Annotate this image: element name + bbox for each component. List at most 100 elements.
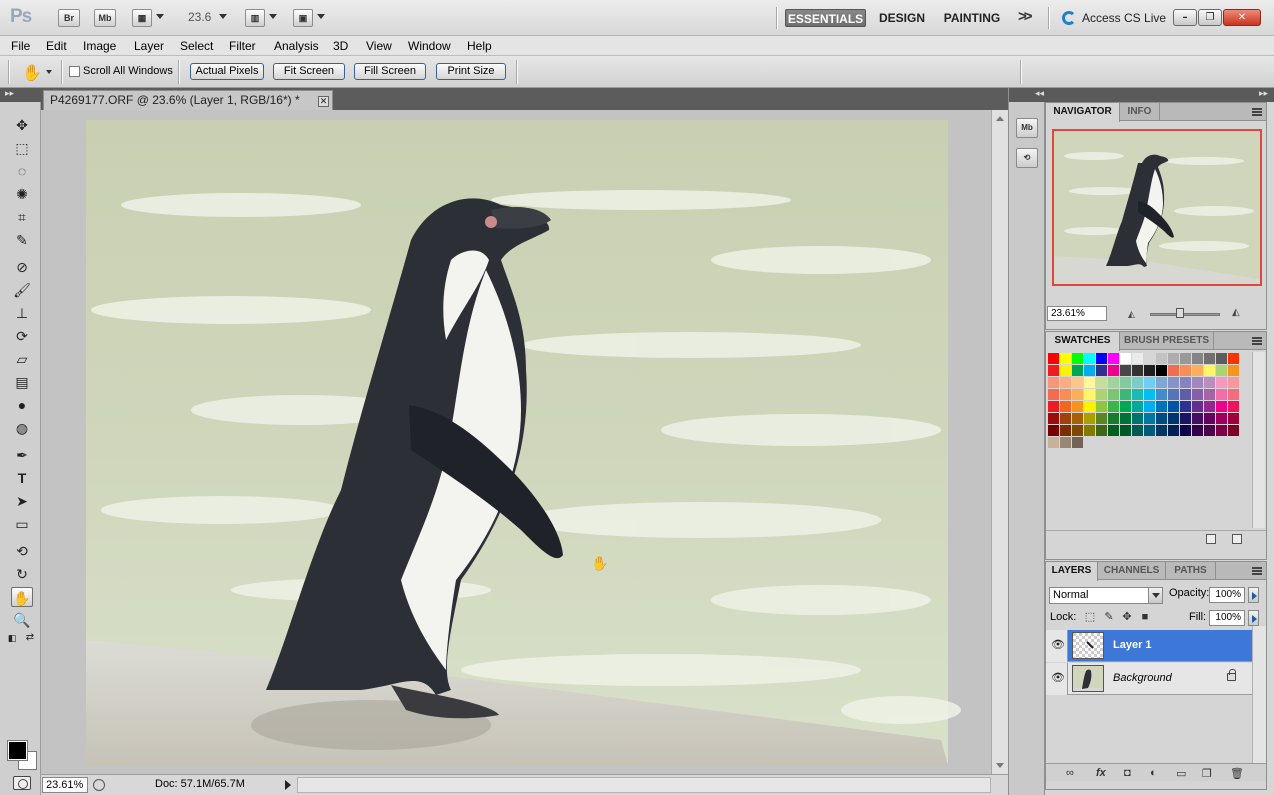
canvas-area[interactable]: ✋: [41, 110, 991, 774]
3d-orbit-tool-icon[interactable]: ↻: [11, 564, 33, 584]
layer-name[interactable]: Background: [1113, 672, 1172, 684]
swatch-cell[interactable]: [1156, 425, 1167, 436]
swatch-cell[interactable]: [1132, 389, 1143, 400]
swatch-cell[interactable]: [1168, 389, 1179, 400]
swatch-cell[interactable]: [1192, 425, 1203, 436]
swatch-cell[interactable]: [1192, 389, 1203, 400]
lock-transparency-icon[interactable]: ⬚: [1084, 611, 1096, 623]
swatch-cell[interactable]: [1192, 353, 1203, 364]
navigator-preview[interactable]: [1052, 129, 1262, 286]
layer-visibility-cell[interactable]: 👁: [1046, 663, 1068, 695]
swatch-cell[interactable]: [1072, 413, 1083, 424]
swatch-cell[interactable]: [1096, 365, 1107, 376]
swatch-cell[interactable]: [1180, 353, 1191, 364]
swatch-cell[interactable]: [1096, 353, 1107, 364]
swatch-cell[interactable]: [1072, 353, 1083, 364]
swatch-cell[interactable]: [1072, 389, 1083, 400]
swatch-cell[interactable]: [1132, 413, 1143, 424]
scroll-down-icon[interactable]: [996, 763, 1004, 768]
pen-tool-icon[interactable]: ✒: [11, 445, 33, 465]
swatch-cell[interactable]: [1156, 413, 1167, 424]
swatch-cell[interactable]: [1084, 377, 1095, 388]
new-swatch-icon[interactable]: [1206, 534, 1216, 544]
swatch-cell[interactable]: [1228, 425, 1239, 436]
adjustment-layer-icon[interactable]: ◐: [1150, 767, 1157, 779]
more-workspaces-button[interactable]: >>: [1018, 8, 1032, 25]
hand-icon[interactable]: ✋: [22, 63, 42, 83]
swatch-cell[interactable]: [1192, 413, 1203, 424]
swatch-cell[interactable]: [1048, 377, 1059, 388]
swatches-scrollbar[interactable]: [1252, 352, 1265, 528]
layer-visibility-cell[interactable]: 👁: [1046, 630, 1068, 662]
swatch-cell[interactable]: [1060, 413, 1071, 424]
swatch-cell[interactable]: [1156, 353, 1167, 364]
swatch-cell[interactable]: [1204, 389, 1215, 400]
swatch-cell[interactable]: [1168, 413, 1179, 424]
clone-stamp-tool-icon[interactable]: ⊥: [11, 303, 33, 323]
swatch-cell[interactable]: [1132, 401, 1143, 412]
swatch-cell[interactable]: [1144, 413, 1155, 424]
swatch-cell[interactable]: [1084, 413, 1095, 424]
swatch-cell[interactable]: [1216, 425, 1227, 436]
swatch-cell[interactable]: [1156, 389, 1167, 400]
swatch-cell[interactable]: [1060, 401, 1071, 412]
swatch-cell[interactable]: [1084, 365, 1095, 376]
swatch-cell[interactable]: [1180, 425, 1191, 436]
collapse-icon[interactable]: ▸▸: [5, 88, 14, 99]
swatch-cell[interactable]: [1228, 413, 1239, 424]
swatch-cell[interactable]: [1144, 401, 1155, 412]
swatch-cell[interactable]: [1156, 401, 1167, 412]
menu-view[interactable]: View: [366, 38, 392, 54]
menu-3d[interactable]: 3D: [333, 38, 348, 54]
swatch-cell[interactable]: [1120, 353, 1131, 364]
swatch-cell[interactable]: [1048, 425, 1059, 436]
view-extras-icon[interactable]: ▦: [132, 9, 152, 27]
scroll-all-windows-checkbox[interactable]: [69, 66, 80, 77]
scroll-up-icon[interactable]: [996, 116, 1004, 121]
tab-layers[interactable]: LAYERS: [1046, 562, 1098, 581]
gradient-tool-icon[interactable]: ▤: [11, 372, 33, 392]
swatch-cell[interactable]: [1084, 353, 1095, 364]
swatch-cell[interactable]: [1072, 401, 1083, 412]
swatch-cell[interactable]: [1144, 389, 1155, 400]
screen-mode-dropdown-icon[interactable]: [317, 14, 325, 19]
swatch-cell[interactable]: [1168, 377, 1179, 388]
opacity-slider-arrow-icon[interactable]: [1248, 587, 1259, 603]
swatch-cell[interactable]: [1060, 365, 1071, 376]
type-tool-icon[interactable]: T: [11, 468, 33, 488]
tool-preset-dropdown-icon[interactable]: [46, 70, 52, 74]
swatch-cell[interactable]: [1132, 377, 1143, 388]
swatch-cell[interactable]: [1060, 353, 1071, 364]
swatch-cell[interactable]: [1216, 365, 1227, 376]
link-layers-icon[interactable]: ∞: [1066, 767, 1074, 779]
blur-tool-icon[interactable]: ●: [11, 395, 33, 415]
swatch-cell[interactable]: [1072, 377, 1083, 388]
swatch-cell[interactable]: [1156, 377, 1167, 388]
swatch-cell[interactable]: [1144, 377, 1155, 388]
brush-tool-icon[interactable]: 🖌: [11, 280, 33, 300]
swatch-cell[interactable]: [1228, 365, 1239, 376]
tab-channels[interactable]: CHANNELS: [1098, 562, 1166, 580]
lasso-tool-icon[interactable]: ◌: [11, 161, 33, 181]
swatch-cell[interactable]: [1192, 377, 1203, 388]
navigator-zoom-field[interactable]: 23.61%: [1047, 306, 1107, 321]
eyedropper-tool-icon[interactable]: ✎: [11, 230, 33, 250]
document-tab[interactable]: P4269177.ORF @ 23.6% (Layer 1, RGB/16*) …: [43, 90, 333, 110]
zoom-out-icon[interactable]: ◭: [1128, 309, 1135, 320]
menu-window[interactable]: Window: [408, 38, 451, 54]
swatch-cell[interactable]: [1120, 377, 1131, 388]
swatch-cell[interactable]: [1108, 413, 1119, 424]
swatch-cell[interactable]: [1048, 353, 1059, 364]
layer-row-background[interactable]: 👁 Background: [1046, 663, 1252, 695]
fit-screen-button[interactable]: Fit Screen: [273, 63, 345, 80]
swatch-cell[interactable]: [1084, 401, 1095, 412]
swatch-cell[interactable]: [1204, 425, 1215, 436]
arrange-documents-icon[interactable]: ▥: [245, 9, 265, 27]
swatch-cell[interactable]: [1120, 365, 1131, 376]
menu-filter[interactable]: Filter: [229, 38, 256, 54]
menu-edit[interactable]: Edit: [46, 38, 67, 54]
menu-layer[interactable]: Layer: [134, 38, 164, 54]
quick-mask-icon[interactable]: [13, 776, 31, 790]
tab-brush-presets[interactable]: BRUSH PRESETS: [1120, 332, 1214, 350]
swatch-cell[interactable]: [1204, 353, 1215, 364]
